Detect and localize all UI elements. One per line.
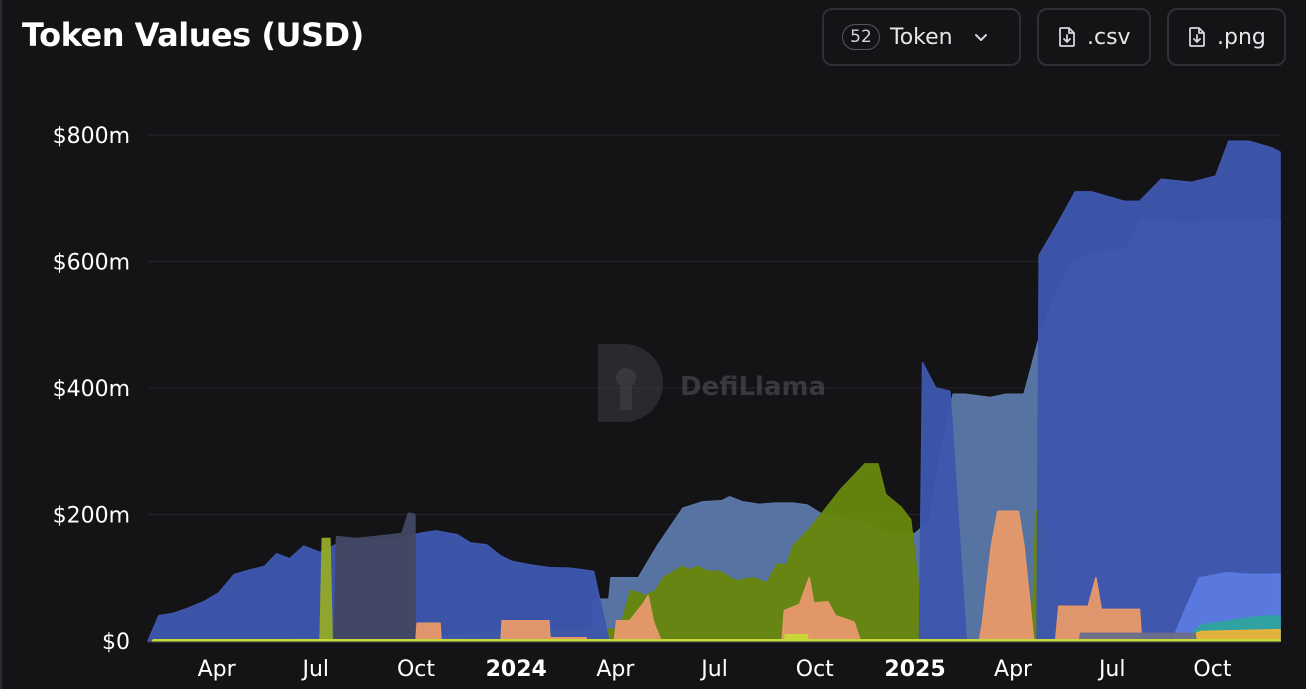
y-axis-ticks: $0 $200m $400m $600m $800m	[53, 124, 130, 655]
series-area-6[interactable]	[333, 512, 416, 642]
y-tick-label: $200m	[53, 504, 130, 529]
series-area-7[interactable]	[319, 537, 333, 642]
x-tick-label: 2024	[486, 657, 547, 682]
watermark-text: DefiLlama	[680, 372, 826, 402]
x-axis-ticks: Apr Jul Oct 2024 Apr Jul Oct 2025 Apr Jul Oct	[198, 657, 1232, 682]
llama-neck-icon	[620, 384, 632, 410]
x-tick-label: Apr	[596, 657, 635, 682]
x-tick-label: Oct	[1193, 657, 1231, 682]
x-tick-label: Jul	[301, 657, 330, 682]
series-area-14[interactable]	[151, 638, 1281, 642]
series-area-5[interactable]	[1036, 140, 1281, 642]
y-tick-label: $400m	[53, 377, 130, 402]
token-values-panel: Token Values (USD) 52 Token .csv .png De…	[0, 0, 1306, 689]
x-tick-label: Jul	[1097, 657, 1126, 682]
y-tick-label: $0	[102, 630, 130, 655]
x-tick-label: Oct	[796, 657, 834, 682]
x-tick-label: 2025	[884, 657, 945, 682]
x-tick-label: Apr	[198, 657, 237, 682]
token-values-chart[interactable]: DefiLlama $0 $200m $400m $600m $800m Apr Jul O…	[0, 0, 1306, 689]
x-tick-label: Apr	[994, 657, 1033, 682]
x-tick-label: Jul	[699, 657, 728, 682]
x-tick-label: Oct	[397, 657, 435, 682]
defillama-watermark: DefiLlama	[598, 344, 826, 422]
y-tick-label: $800m	[53, 124, 130, 149]
y-tick-label: $600m	[53, 251, 130, 276]
